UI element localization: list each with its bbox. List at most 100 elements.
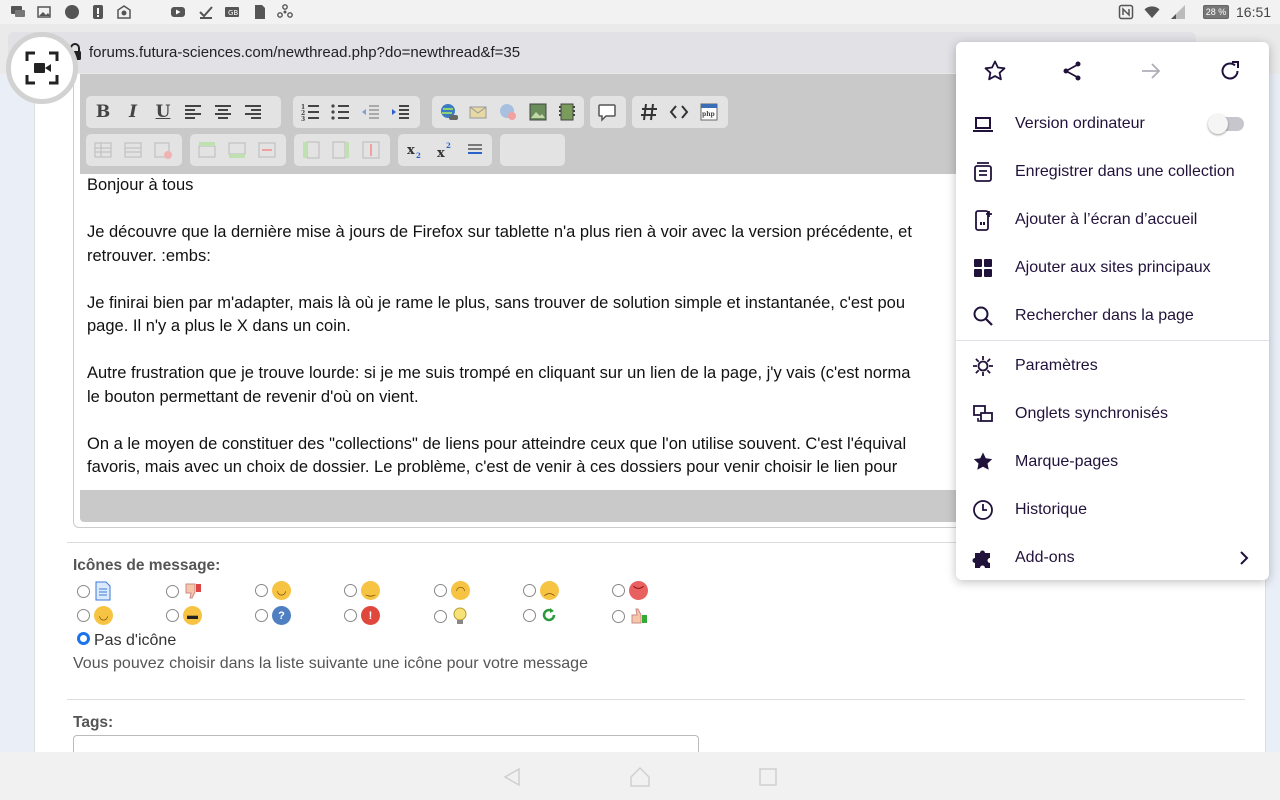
icon-option-cool[interactable]: ▬ bbox=[166, 606, 202, 625]
question-icon: ? bbox=[272, 606, 291, 625]
screen-record-button[interactable] bbox=[6, 32, 78, 104]
bold-button[interactable]: B bbox=[92, 101, 114, 123]
radio[interactable] bbox=[344, 609, 357, 622]
delete-col-button[interactable] bbox=[360, 139, 382, 161]
insert-image-button[interactable] bbox=[527, 101, 549, 123]
align-right-button[interactable] bbox=[242, 101, 264, 123]
menu-item-bookmarks[interactable]: Marque-pages bbox=[956, 438, 1269, 486]
menu-item-add-home[interactable]: Ajouter à l’écran d’accueil bbox=[956, 196, 1269, 244]
icon-option-refresh[interactable] bbox=[523, 606, 558, 624]
radio[interactable] bbox=[166, 609, 179, 622]
icon-option-wink[interactable]: ‿ bbox=[344, 581, 380, 600]
radio[interactable] bbox=[77, 584, 90, 598]
menu-item-label: Marque-pages bbox=[1015, 453, 1119, 470]
radio[interactable] bbox=[612, 584, 625, 597]
insert-link-button[interactable] bbox=[438, 101, 460, 123]
insert-video-button[interactable] bbox=[556, 101, 578, 123]
italic-button[interactable]: I bbox=[122, 101, 144, 123]
delete-row-button[interactable] bbox=[256, 139, 278, 161]
icon-option-none[interactable] bbox=[77, 632, 90, 645]
radio[interactable] bbox=[166, 584, 179, 598]
radio[interactable] bbox=[434, 609, 447, 623]
menu-item-label: Onglets synchronisés bbox=[1015, 405, 1168, 422]
bookmark-star-button[interactable] bbox=[983, 59, 1007, 83]
table-button[interactable] bbox=[92, 139, 114, 161]
insert-col-before-button[interactable] bbox=[300, 139, 322, 161]
php-icon: php bbox=[700, 103, 718, 121]
align-center-button[interactable] bbox=[212, 101, 234, 123]
radio[interactable] bbox=[434, 584, 447, 597]
menu-item-addons[interactable]: Add-ons bbox=[956, 534, 1269, 582]
radio[interactable] bbox=[255, 584, 268, 597]
icon-option-tongue[interactable]: ◠ bbox=[434, 581, 470, 600]
svg-text:php: php bbox=[702, 111, 715, 118]
insert-row-before-button[interactable] bbox=[196, 139, 218, 161]
indent-button[interactable] bbox=[389, 101, 411, 123]
table-props-button[interactable] bbox=[122, 139, 144, 161]
delete-table-button[interactable] bbox=[152, 139, 174, 161]
radio[interactable] bbox=[77, 609, 90, 622]
icon-option-smile-grin[interactable]: ◡ bbox=[255, 581, 291, 600]
menu-item-label: Rechercher dans la page bbox=[1015, 307, 1194, 324]
menu-item-settings[interactable]: Paramètres bbox=[956, 342, 1269, 390]
menu-item-history[interactable]: Historique bbox=[956, 486, 1269, 534]
icon-option-angry[interactable]: ︶ bbox=[612, 581, 648, 600]
code-button[interactable] bbox=[668, 101, 690, 123]
image-icon bbox=[529, 103, 547, 121]
quote-button[interactable] bbox=[596, 101, 618, 123]
share-icon bbox=[1063, 61, 1081, 81]
row-before-icon bbox=[198, 142, 216, 158]
menu-item-synced-tabs[interactable]: Onglets synchronisés bbox=[956, 390, 1269, 438]
icon-option-sad[interactable]: ︵ bbox=[523, 581, 559, 600]
icon-option-happy[interactable]: ◡ bbox=[77, 606, 113, 625]
reload-button[interactable] bbox=[1218, 59, 1242, 83]
horizontal-rule-button[interactable] bbox=[464, 139, 486, 161]
desktop-version-toggle[interactable] bbox=[1208, 114, 1244, 134]
arrow-right-icon bbox=[1142, 63, 1161, 79]
remove-link-button[interactable] bbox=[497, 101, 519, 123]
nav-recents-button[interactable] bbox=[757, 766, 779, 788]
reload-icon bbox=[1221, 61, 1239, 80]
radio[interactable] bbox=[523, 584, 536, 597]
row-group bbox=[190, 134, 286, 166]
icon-option-thumbs-down[interactable] bbox=[166, 581, 203, 601]
icon-option-idea[interactable] bbox=[434, 606, 469, 626]
image-notification-icon bbox=[36, 4, 52, 20]
nav-back-button[interactable] bbox=[501, 766, 523, 788]
icon-option-question[interactable]: ? bbox=[255, 606, 291, 625]
sunglasses-smiley-icon: ▬ bbox=[183, 606, 202, 625]
icon-option-document[interactable] bbox=[77, 581, 112, 601]
radio[interactable] bbox=[523, 608, 536, 622]
chat-notification-icon bbox=[10, 4, 26, 20]
menu-item-save-collection[interactable]: Enregistrer dans une collection bbox=[956, 148, 1269, 196]
nav-home-button[interactable] bbox=[629, 766, 651, 788]
share-button[interactable] bbox=[1060, 59, 1084, 83]
menu-item-desktop-version[interactable]: Version ordinateur bbox=[956, 100, 1269, 148]
ordered-list-button[interactable]: 123 bbox=[299, 101, 321, 123]
align-left-button[interactable] bbox=[182, 101, 204, 123]
insert-col-after-button[interactable] bbox=[330, 139, 352, 161]
insert-row-after-button[interactable] bbox=[226, 139, 248, 161]
menu-item-label: Paramètres bbox=[1015, 357, 1098, 374]
url-text[interactable]: forums.futura-sciences.com/newthread.php… bbox=[89, 44, 520, 61]
subscript-button[interactable]: x2 bbox=[404, 139, 426, 161]
hashtag-button[interactable] bbox=[638, 101, 660, 123]
icon-option-exclamation[interactable]: ! bbox=[344, 606, 380, 625]
lightbulb-icon bbox=[453, 607, 467, 624]
bullet-list-button[interactable] bbox=[329, 101, 351, 123]
menu-item-top-sites[interactable]: Ajouter aux sites principaux bbox=[956, 244, 1269, 292]
underline-button[interactable]: U bbox=[152, 101, 174, 123]
icon-option-thumbs-up[interactable] bbox=[612, 606, 649, 626]
radio-selected[interactable] bbox=[77, 632, 90, 645]
radio[interactable] bbox=[255, 609, 268, 622]
radio[interactable] bbox=[612, 609, 625, 623]
align-left-icon bbox=[185, 105, 201, 119]
radio[interactable] bbox=[344, 584, 357, 597]
outdent-button[interactable] bbox=[359, 101, 381, 123]
superscript-button[interactable]: x2 bbox=[434, 139, 456, 161]
forward-button[interactable] bbox=[1139, 59, 1163, 83]
menu-item-find-in-page[interactable]: Rechercher dans la page bbox=[956, 292, 1269, 340]
list-group: 123 bbox=[293, 96, 420, 128]
php-code-button[interactable]: php bbox=[698, 101, 720, 123]
insert-email-button[interactable] bbox=[468, 101, 490, 123]
